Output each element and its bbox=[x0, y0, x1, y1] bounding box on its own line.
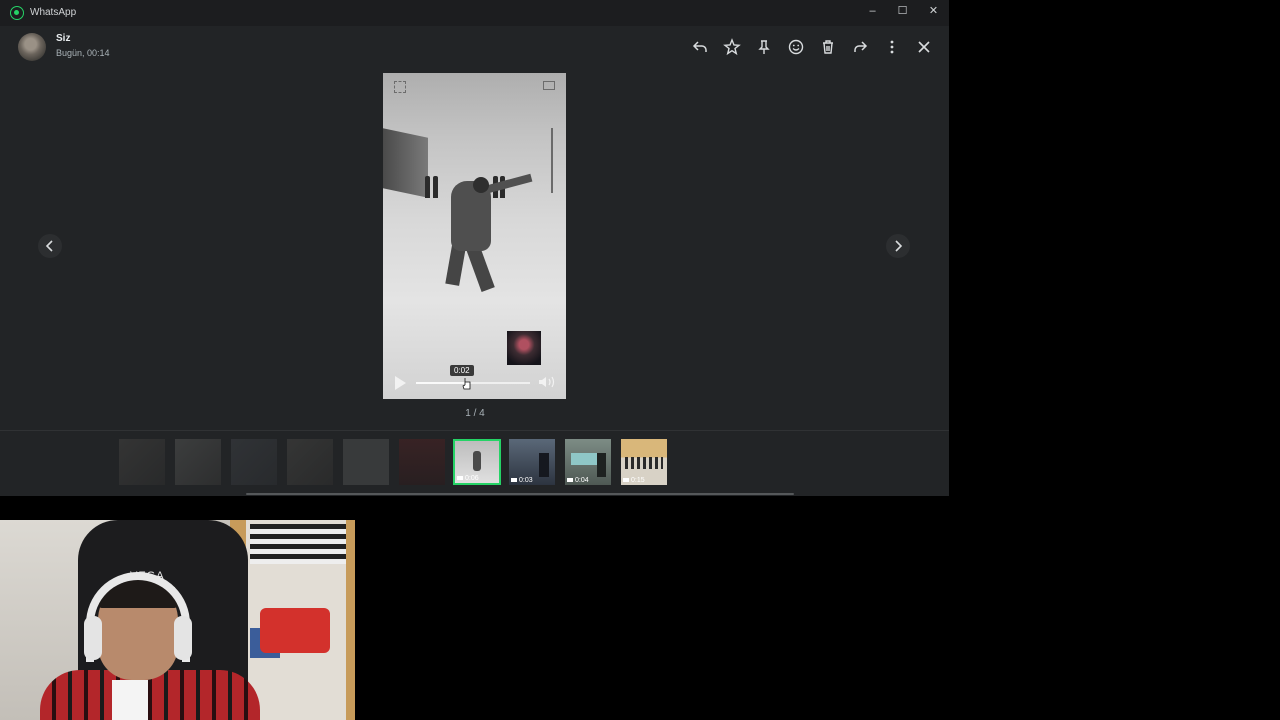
delete-icon bbox=[823, 40, 833, 54]
webcam-overlay: VEGA bbox=[0, 520, 355, 720]
video-duration: 0:04 bbox=[575, 477, 589, 484]
sender-name: Siz bbox=[56, 33, 71, 44]
video-duration-badge: 0:06 bbox=[457, 475, 479, 482]
maximize-button[interactable]: ☐ bbox=[887, 0, 918, 24]
media-thumbnail[interactable] bbox=[287, 439, 333, 485]
video-duration-badge: 0:15 bbox=[623, 477, 645, 484]
whatsapp-window: WhatsApp – ☐ ✕ Siz Bugün, 00:14 0:02 1 /… bbox=[0, 0, 949, 496]
thumbnail-figure bbox=[473, 451, 481, 471]
media-thumbnail-selected[interactable]: 0:06 bbox=[453, 439, 501, 485]
thumbnail-scrollbar[interactable] bbox=[246, 493, 794, 495]
seek-bar-fill bbox=[416, 382, 467, 384]
thumbnail-figure bbox=[539, 453, 549, 477]
video-duration: 0:06 bbox=[465, 475, 479, 482]
preview-thumbnail bbox=[507, 331, 541, 365]
pin-button[interactable] bbox=[755, 38, 773, 56]
video-frame-figure bbox=[473, 177, 489, 193]
star-icon bbox=[723, 38, 741, 56]
video-frame-pole bbox=[551, 128, 553, 193]
video-camera-icon bbox=[623, 478, 629, 483]
more-icon bbox=[890, 40, 894, 54]
pin-icon bbox=[758, 40, 770, 54]
chevron-left-icon bbox=[45, 240, 53, 252]
next-media-button[interactable] bbox=[886, 234, 910, 258]
media-thumbnail[interactable] bbox=[119, 439, 165, 485]
video-duration-badge: 0:03 bbox=[511, 477, 533, 484]
time-tooltip: 0:02 bbox=[450, 365, 474, 376]
title-bar: WhatsApp – ☐ ✕ bbox=[0, 0, 949, 26]
minimize-button[interactable]: – bbox=[857, 0, 888, 24]
video-frame-figure bbox=[483, 173, 533, 194]
close-window-button[interactable]: ✕ bbox=[918, 0, 949, 24]
window-title: WhatsApp bbox=[30, 7, 77, 18]
volume-icon[interactable] bbox=[537, 375, 559, 389]
play-icon[interactable] bbox=[395, 376, 406, 390]
video-player[interactable]: 0:02 bbox=[383, 73, 566, 399]
seek-bar[interactable] bbox=[416, 382, 530, 384]
emoji-icon bbox=[788, 39, 804, 55]
headset-earcup bbox=[174, 616, 192, 660]
headset-earcup bbox=[84, 616, 102, 660]
star-button[interactable] bbox=[723, 38, 741, 56]
chevron-right-icon bbox=[895, 240, 903, 252]
whatsapp-logo-icon bbox=[10, 6, 24, 20]
thumbnail-detail bbox=[571, 453, 597, 465]
video-duration: 0:03 bbox=[519, 477, 533, 484]
more-options-button[interactable] bbox=[883, 38, 901, 56]
video-frame-building bbox=[383, 128, 428, 198]
media-thumbnail[interactable] bbox=[231, 439, 277, 485]
video-duration: 0:15 bbox=[631, 477, 645, 484]
thumbnail-figure bbox=[597, 453, 606, 477]
media-thumbnail[interactable] bbox=[175, 439, 221, 485]
webcam-clothes bbox=[260, 608, 330, 653]
close-viewer-button[interactable] bbox=[915, 38, 933, 56]
video-frame-person bbox=[425, 176, 430, 198]
hand-cursor-icon bbox=[462, 378, 471, 390]
react-button[interactable] bbox=[787, 38, 805, 56]
message-timestamp: Bugün, 00:14 bbox=[56, 48, 110, 58]
forward-icon bbox=[854, 41, 868, 52]
media-thumbnail[interactable]: 0:04 bbox=[565, 439, 611, 485]
media-thumbnail[interactable]: 0:15 bbox=[621, 439, 667, 485]
video-controls: 0:02 bbox=[383, 363, 566, 399]
avatar[interactable] bbox=[18, 33, 46, 61]
media-viewer-header: Siz Bugün, 00:14 bbox=[0, 26, 949, 68]
reply-icon bbox=[692, 41, 707, 52]
delete-button[interactable] bbox=[819, 38, 837, 56]
close-icon bbox=[918, 41, 930, 53]
thumbnail-crowd bbox=[625, 457, 663, 469]
previous-media-button[interactable] bbox=[38, 234, 62, 258]
media-thumbnail[interactable] bbox=[343, 439, 389, 485]
media-thumbnail[interactable]: 0:03 bbox=[509, 439, 555, 485]
video-camera-icon bbox=[567, 478, 573, 483]
video-duration-badge: 0:04 bbox=[567, 477, 589, 484]
webcam-person-collar bbox=[112, 680, 148, 720]
video-frame-person bbox=[433, 176, 438, 198]
video-camera-icon bbox=[457, 476, 463, 481]
picture-in-picture-icon[interactable] bbox=[543, 81, 555, 90]
divider bbox=[0, 430, 949, 431]
forward-button[interactable] bbox=[851, 38, 869, 56]
fullscreen-icon[interactable] bbox=[394, 81, 406, 93]
media-counter: 1 / 4 bbox=[465, 408, 485, 419]
webcam-clothes bbox=[250, 524, 346, 564]
video-camera-icon bbox=[511, 478, 517, 483]
reply-button[interactable] bbox=[691, 38, 709, 56]
media-thumbnail[interactable] bbox=[399, 439, 445, 485]
